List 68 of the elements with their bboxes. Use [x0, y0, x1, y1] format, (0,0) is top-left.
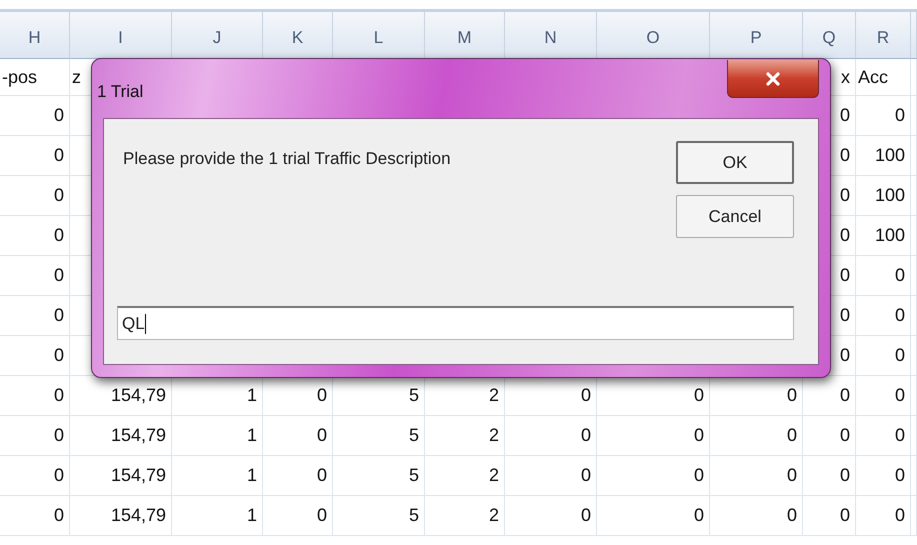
table-cell: 0: [856, 376, 911, 416]
table-cell: 0: [263, 456, 333, 496]
table-cell: 0: [263, 416, 333, 456]
table-cell: 2: [425, 496, 505, 536]
table-cell: 0: [505, 456, 597, 496]
table-cell: 0: [856, 96, 911, 136]
column-header[interactable]: L: [333, 12, 425, 59]
column-header[interactable]: R: [856, 12, 911, 59]
table-cell: 0: [263, 496, 333, 536]
table-cell: 0: [856, 336, 911, 376]
table-cell: 0: [0, 176, 70, 216]
table-cell: 2: [425, 416, 505, 456]
table-cell: 1: [172, 456, 263, 496]
prompt-message: Please provide the 1 trial Traffic Description: [123, 149, 451, 170]
column-header[interactable]: O: [597, 12, 710, 59]
table-cell: 0: [0, 296, 70, 336]
table-cell: 0: [0, 256, 70, 296]
table-cell: 0: [597, 416, 710, 456]
table-cell: 0: [803, 496, 856, 536]
table-cell: 154,79: [70, 416, 172, 456]
table-cell: 0: [505, 416, 597, 456]
table-cell: 0: [0, 376, 70, 416]
table-cell: 100: [856, 216, 911, 256]
table-cell: 0: [0, 456, 70, 496]
table-cell: 100: [856, 176, 911, 216]
close-icon: [765, 72, 781, 86]
table-cell: 0: [0, 216, 70, 256]
table-cell: 0: [710, 456, 803, 496]
close-button[interactable]: [727, 60, 819, 98]
column-header[interactable]: Q: [803, 12, 856, 59]
table-cell: 100: [856, 136, 911, 176]
cancel-button[interactable]: Cancel: [676, 195, 794, 238]
table-cell: 0: [0, 96, 70, 136]
column-header[interactable]: N: [505, 12, 597, 59]
table-cell: 0: [803, 416, 856, 456]
table-cell: 0: [597, 456, 710, 496]
table-cell: 0: [0, 136, 70, 176]
table-cell: 0: [856, 256, 911, 296]
table-cell: 154,79: [70, 496, 172, 536]
table-cell: 0: [710, 496, 803, 536]
table-cell: 1: [172, 496, 263, 536]
table-cell: -pos: [0, 59, 70, 96]
table-cell: 0: [0, 416, 70, 456]
input-field[interactable]: QL: [117, 306, 794, 340]
table-cell: 1: [172, 416, 263, 456]
table-cell: 5: [333, 456, 425, 496]
column-header[interactable]: M: [425, 12, 505, 59]
table-cell: 0: [505, 496, 597, 536]
column-header[interactable]: I: [70, 12, 172, 59]
table-cell: 154,79: [70, 456, 172, 496]
table-cell: 0: [856, 296, 911, 336]
table-cell: 0: [710, 416, 803, 456]
table-cell: 2: [425, 456, 505, 496]
column-header[interactable]: K: [263, 12, 333, 59]
table-cell: 0: [856, 416, 911, 456]
table-cell: 0: [856, 496, 911, 536]
table-cell: 0: [856, 456, 911, 496]
table-cell: 0: [0, 496, 70, 536]
table-cell: 5: [333, 496, 425, 536]
table-cell: 0: [803, 456, 856, 496]
ok-button[interactable]: OK: [676, 141, 794, 184]
table-cell: Acc: [856, 59, 911, 96]
column-header[interactable]: H: [0, 12, 70, 59]
column-header[interactable]: J: [172, 12, 263, 59]
table-cell: 0: [0, 336, 70, 376]
column-header[interactable]: P: [710, 12, 803, 59]
table-cell: 0: [597, 496, 710, 536]
table-cell: 5: [333, 416, 425, 456]
